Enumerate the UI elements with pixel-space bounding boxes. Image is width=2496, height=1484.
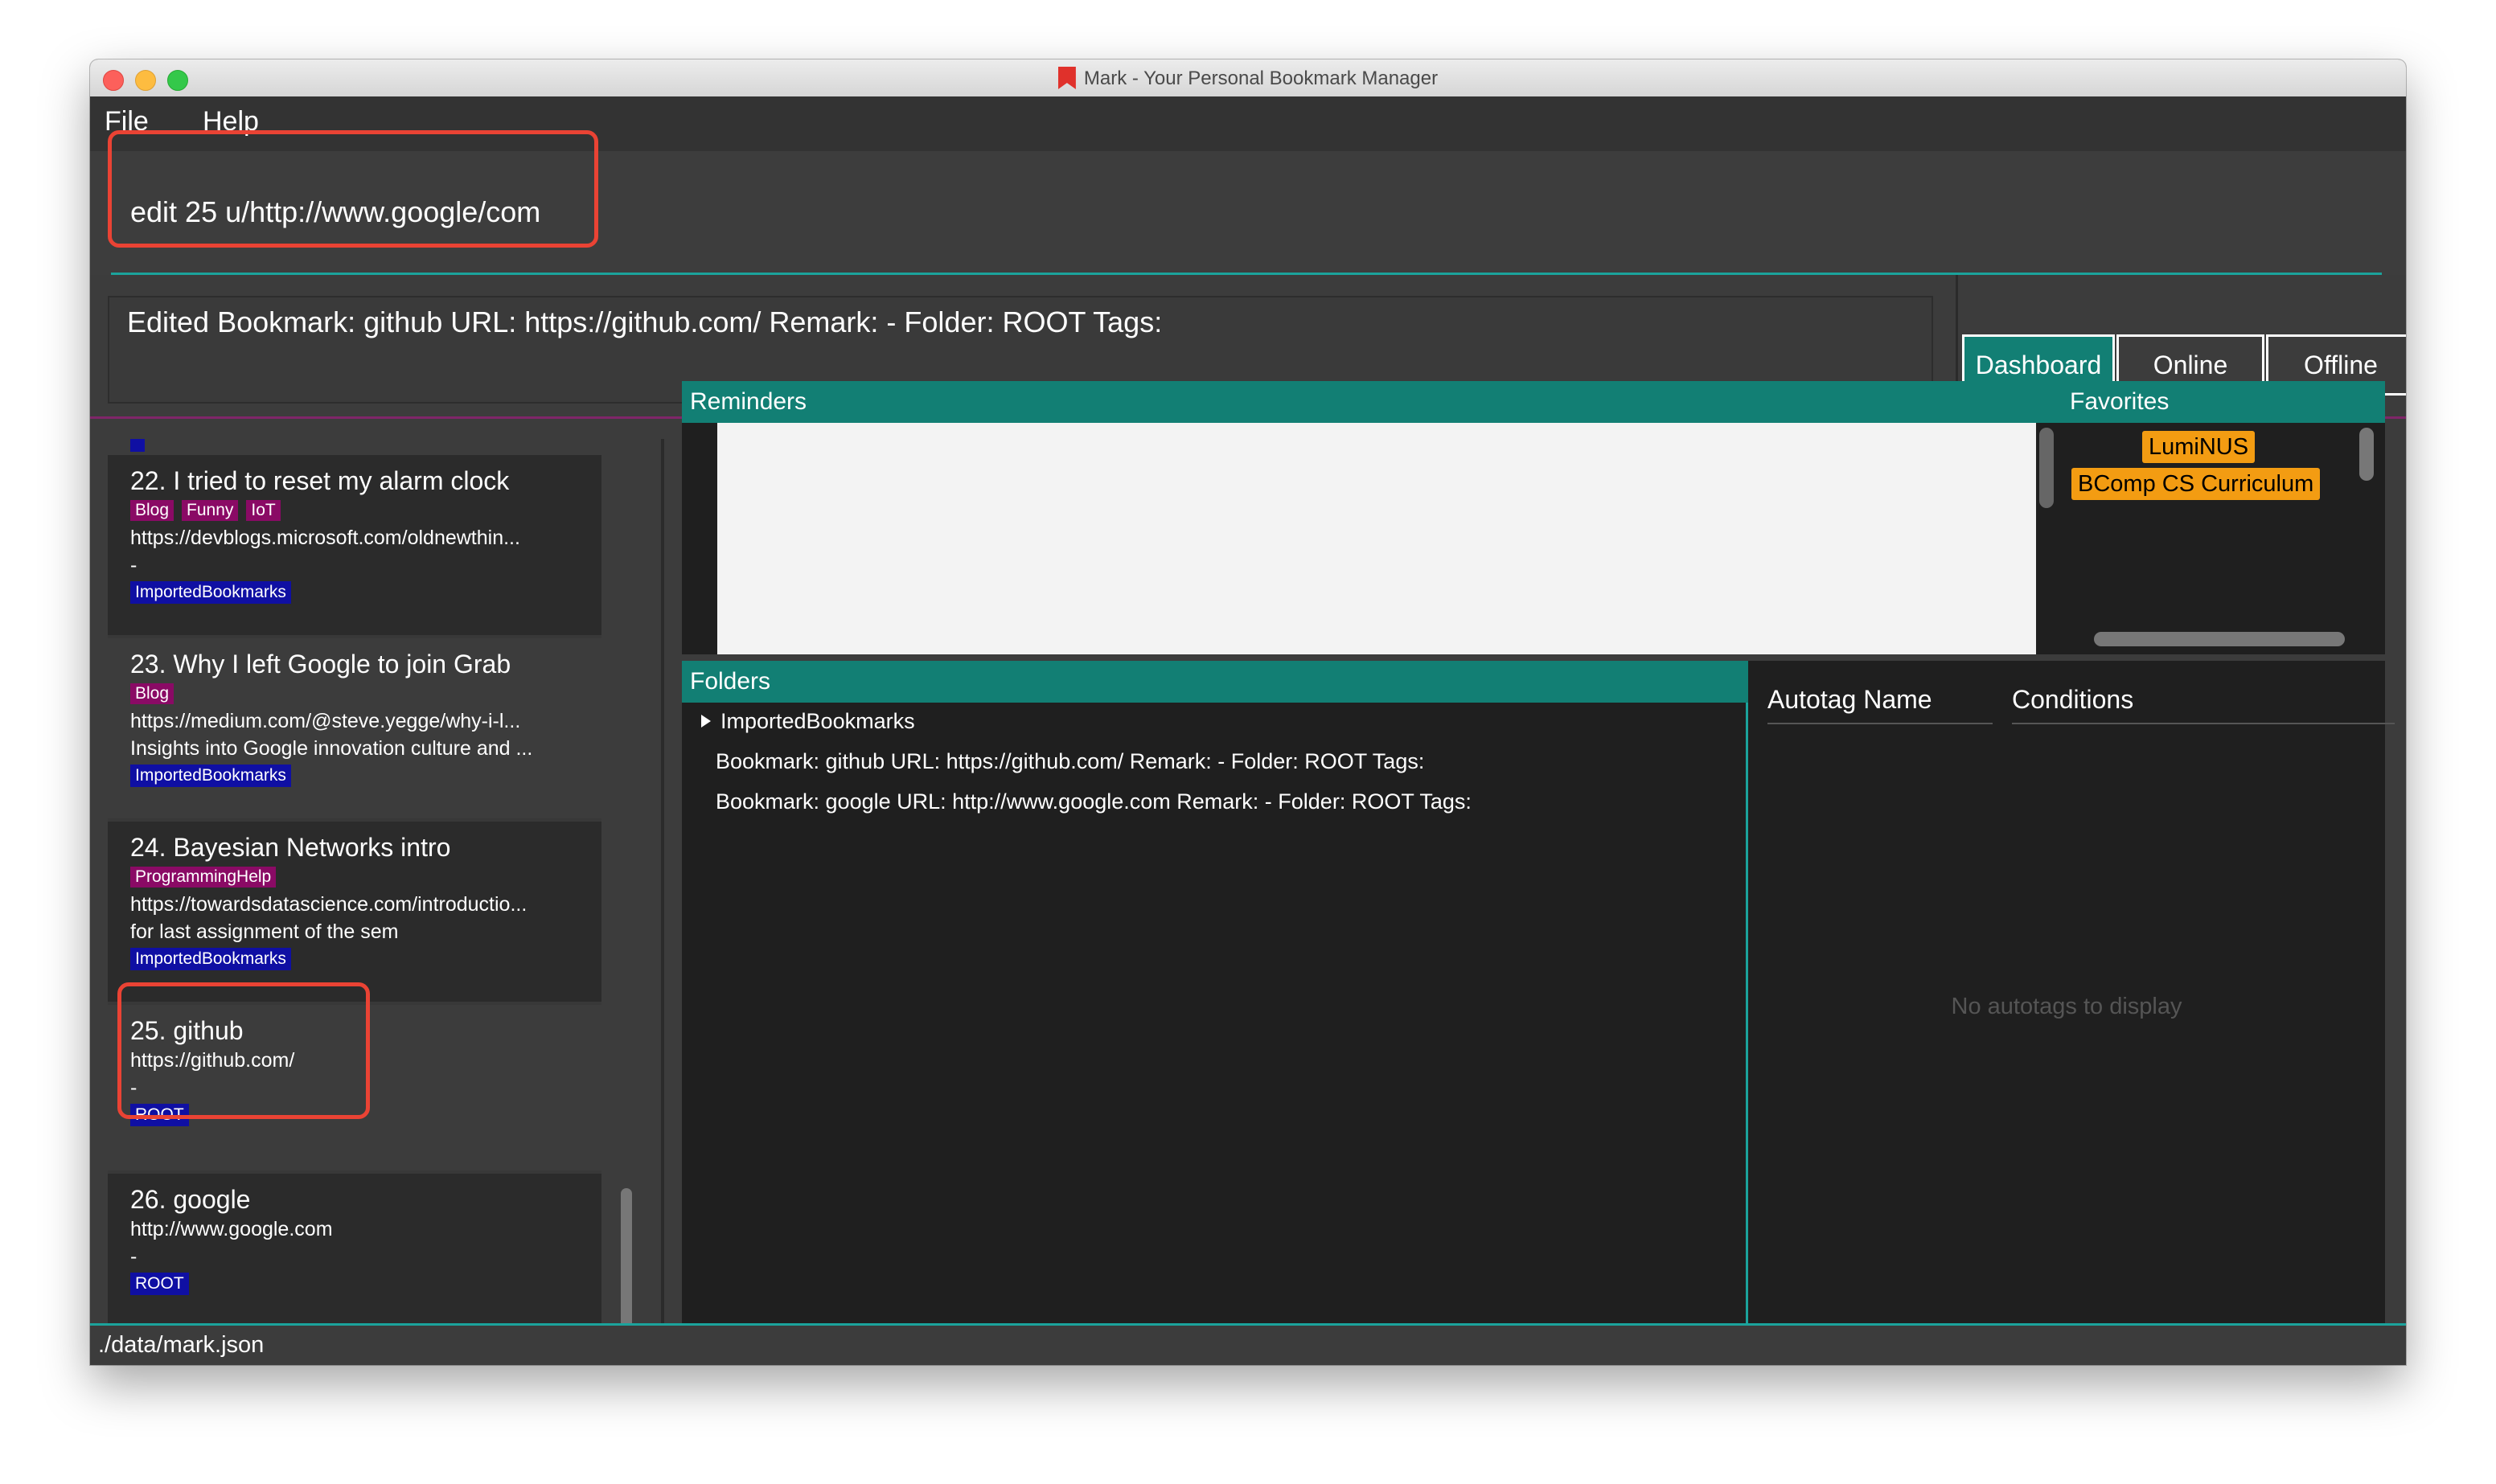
tag: Blog [130,683,174,704]
status-bar: ./data/mark.json [90,1326,2406,1365]
favorite-tag[interactable]: LumiNUS [2142,431,2256,463]
reminders-scrollbar[interactable] [2039,428,2054,508]
list-item[interactable] [108,439,601,455]
folder-tree-root[interactable]: ImportedBookmarks [701,709,915,734]
menu-file[interactable]: File [105,106,149,137]
tag: IoT [246,500,281,521]
conditions-column[interactable]: Conditions [2012,685,2395,724]
bookmark-card[interactable]: 26. google http://www.google.com - ROOT [108,1174,601,1343]
menu-help[interactable]: Help [203,106,259,137]
bookmark-remark: Insights into Google innovation culture … [130,737,533,760]
folder-tag: ROOT [130,1273,189,1295]
bookmark-url: https://devblogs.microsoft.com/oldnewthi… [130,527,520,549]
window-title: Mark - Your Personal Bookmark Manager [90,67,2406,90]
folder-tag: ROOT [130,1104,189,1126]
bookmark-url: https://medium.com/@steve.yegge/why-i-l.… [130,710,521,732]
tag: ProgrammingHelp [130,867,277,888]
bookmark-remark: - [130,554,138,576]
bookmark-card[interactable]: 25. github https://github.com/ - ROOT [108,1005,601,1170]
window-title-text: Mark - Your Personal Bookmark Manager [1083,68,1439,89]
bookmark-title: 23. Why I left Google to join Grab [130,650,511,678]
title-bar: Mark - Your Personal Bookmark Manager [90,59,2406,97]
favorites-header: Favorites [2062,381,2385,423]
tag: Funny [182,500,239,521]
folder-tag: ImportedBookmarks [130,581,291,604]
bookmark-url: https://github.com/ [130,1049,295,1072]
command-box [90,151,2406,275]
bookmark-url: http://www.google.com [130,1218,333,1240]
bookmark-title: 26. google [130,1185,251,1214]
folder-tag [130,439,145,452]
bookmark-remark: - [130,1076,138,1099]
bookmark-card[interactable]: 24. Bayesian Networks intro ProgrammingH… [108,822,601,1002]
bookmark-list-panel: 22. I tried to reset my alarm clock Blog… [108,439,664,1365]
favorites-scrollbar[interactable] [2359,428,2374,481]
tag-list: ProgrammingHelp [130,863,579,891]
triangle-right-icon[interactable] [701,715,711,728]
bookmark-card[interactable]: 23. Why I left Google to join Grab Blog … [108,638,601,818]
tag: Blog [130,500,174,521]
folder-name: ImportedBookmarks [720,709,915,733]
bookmark-title: 25. github [130,1016,244,1045]
reminders-header: Reminders [682,381,2063,423]
command-input[interactable] [111,151,2382,275]
app-window: Mark - Your Personal Bookmark Manager Fi… [90,59,2406,1365]
bookmark-title: 24. Bayesian Networks intro [130,833,451,862]
folders-header: Folders [682,661,1748,703]
favorites-hscrollbar[interactable] [2094,632,2345,646]
tag-list: Blog Funny IoT [130,497,579,524]
bookmark-url: https://towardsdatascience.com/introduct… [130,893,528,916]
bookmark-icon [1057,67,1076,89]
tag-list: Blog [130,680,579,707]
folder-tree-item[interactable]: Bookmark: github URL: https://github.com… [716,749,1424,774]
panel-divider[interactable] [661,439,664,1365]
folder-tag: ImportedBookmarks [130,765,291,787]
reminders-list[interactable] [717,423,2036,654]
menu-bar: File Help [90,96,2406,151]
bookmark-remark: for last assignment of the sem [130,920,399,943]
autotag-name-column[interactable]: Autotag Name [1767,685,1993,724]
favorite-tag[interactable]: BComp CS Curriculum [2071,468,2321,500]
folder-tree-item[interactable]: Bookmark: google URL: http://www.google.… [716,789,1472,814]
bookmark-title: 22. I tried to reset my alarm clock [130,466,510,495]
bookmark-remark: - [130,1245,138,1268]
empty-autotags-message: No autotags to display [1951,994,2182,1019]
bookmark-card[interactable]: 22. I tried to reset my alarm clock Blog… [108,455,601,635]
folder-tag: ImportedBookmarks [130,948,291,970]
bookmark-list[interactable]: 22. I tried to reset my alarm clock Blog… [108,439,601,1363]
